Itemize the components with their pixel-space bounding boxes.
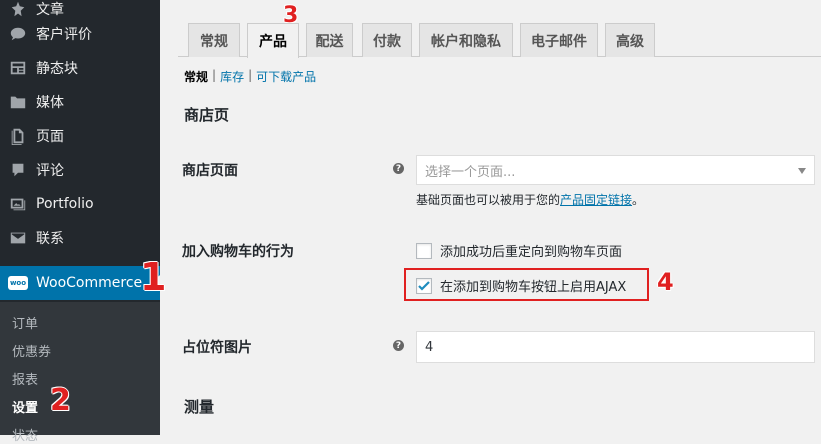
ajax-checkbox[interactable] xyxy=(416,277,432,294)
media-icon xyxy=(9,93,27,111)
tab-accounts-privacy[interactable]: 帐户和隐私 xyxy=(419,23,513,57)
tab-emails[interactable]: 电子邮件 xyxy=(520,23,598,57)
description-text: 基础页面也可以被用于您的 xyxy=(416,193,561,207)
subnav-separator: | xyxy=(248,68,253,82)
sidebar-item-label: WooCommerce xyxy=(36,275,143,291)
checkmark-icon xyxy=(418,280,430,291)
product-permalink-link[interactable]: 产品固定链接 xyxy=(560,193,632,207)
sidebar-item-static-blocks[interactable]: 静态块 xyxy=(0,51,160,85)
submenu-item-coupons[interactable]: 优惠券 xyxy=(12,341,51,360)
ajax-label: 在添加到购物车按钮上启用AJAX xyxy=(440,280,627,295)
shop-page-select[interactable]: 选择一个页面... xyxy=(416,155,815,185)
portfolio-icon xyxy=(9,195,27,213)
shop-page-description: 基础页面也可以被用于您的产品固定链接。 xyxy=(416,191,644,208)
help-icon[interactable]: ? xyxy=(393,163,404,174)
sidebar-item-comments[interactable]: 评论 xyxy=(0,153,160,187)
shop-page-label: 商店页面 xyxy=(182,163,238,179)
sidebar-item-pages[interactable]: 页面 xyxy=(0,119,160,153)
sidebar-item-label: 联系 xyxy=(36,231,64,247)
section-heading-shop-page: 商店页 xyxy=(184,106,230,124)
description-suffix: 。 xyxy=(632,193,645,207)
annotation-1: 1 xyxy=(140,255,167,299)
submenu-item-settings[interactable]: 设置 xyxy=(12,397,38,416)
input-value: 4 xyxy=(425,339,434,355)
submenu-item-reports[interactable]: 报表 xyxy=(12,369,38,388)
annotation-2: 2 xyxy=(50,383,71,418)
pin-icon xyxy=(9,0,27,18)
tab-payments[interactable]: 付款 xyxy=(362,23,412,57)
subnav-separator: | xyxy=(212,68,217,82)
submenu-item-orders[interactable]: 订单 xyxy=(12,313,38,332)
sidebar-item-testimonials[interactable]: 客户评价 xyxy=(0,17,160,51)
tab-shipping[interactable]: 配送 xyxy=(306,23,353,57)
comment-bubble-icon xyxy=(9,25,27,43)
sidebar-item-label: Portfolio xyxy=(36,196,94,212)
mail-icon xyxy=(9,229,27,247)
sidebar-item-label: 页面 xyxy=(36,129,64,145)
subnav-inventory[interactable]: 库存 xyxy=(220,68,244,85)
redirect-label: 添加成功后重定向到购物车页面 xyxy=(440,245,623,260)
sidebar-item-label: 媒体 xyxy=(36,95,64,111)
sidebar-item-portfolio[interactable]: Portfolio xyxy=(0,187,160,221)
ajax-option[interactable]: 在添加到购物车按钮上启用AJAX xyxy=(416,276,626,295)
comment-icon xyxy=(9,161,27,179)
layout-icon xyxy=(9,59,27,77)
woocommerce-submenu: 订单 优惠券 报表 设置 状态 xyxy=(0,302,160,444)
tab-advanced[interactable]: 高级 xyxy=(605,23,655,57)
placeholder-image-label: 占位符图片 xyxy=(182,340,252,356)
sidebar-item-label: 评论 xyxy=(36,163,64,179)
woocommerce-icon: woo xyxy=(8,276,28,290)
tab-products[interactable]: 产品 xyxy=(247,23,299,58)
chevron-down-icon xyxy=(798,168,806,174)
tab-general[interactable]: 常规 xyxy=(188,23,240,57)
redirect-option[interactable]: 添加成功后重定向到购物车页面 xyxy=(416,241,622,260)
sidebar-item-label: 静态块 xyxy=(36,61,78,77)
redirect-checkbox[interactable] xyxy=(416,242,432,259)
section-heading-measurements: 测量 xyxy=(184,398,215,416)
annotation-4: 4 xyxy=(657,268,674,296)
sidebar-item-woocommerce[interactable]: woo WooCommerce xyxy=(0,266,160,300)
section-subnav: 常规 | 库存 | 可下载产品 xyxy=(184,68,316,85)
subnav-general[interactable]: 常规 xyxy=(184,68,208,85)
placeholder-image-input[interactable]: 4 xyxy=(416,331,815,363)
admin-sidebar: 文章 客户评价 静态块 媒体 页面 评论 Portfolio 联系 woo Wo… xyxy=(0,0,160,444)
select-placeholder: 选择一个页面... xyxy=(425,164,516,180)
subnav-downloadable[interactable]: 可下载产品 xyxy=(256,68,316,85)
sidebar-item-contact[interactable]: 联系 xyxy=(0,221,160,255)
cart-behavior-label: 加入购物车的行为 xyxy=(182,244,294,260)
sidebar-item-label: 客户评价 xyxy=(36,27,92,43)
page-icon xyxy=(9,127,27,145)
sidebar-item-media[interactable]: 媒体 xyxy=(0,85,160,119)
help-icon[interactable]: ? xyxy=(393,340,404,351)
